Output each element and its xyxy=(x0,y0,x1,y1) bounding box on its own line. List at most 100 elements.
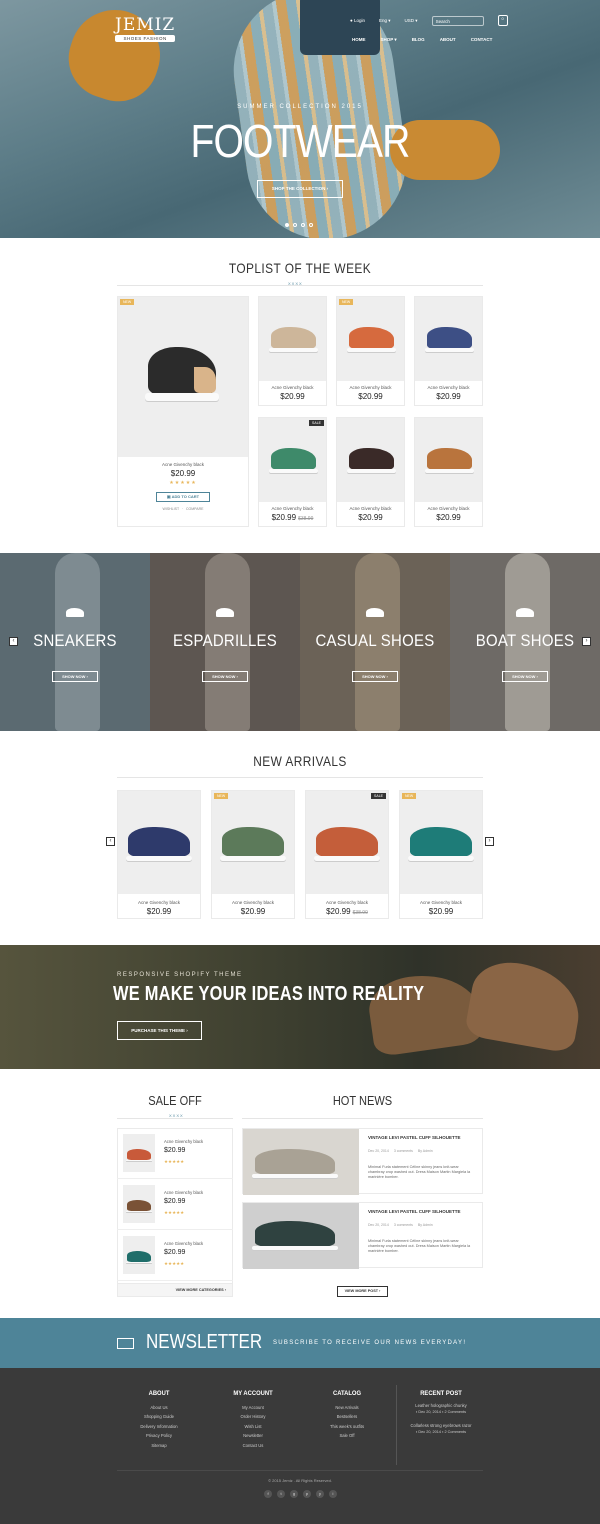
nav-blog[interactable]: BLOG xyxy=(412,37,425,43)
category-label: ESPADRILLES xyxy=(172,631,278,650)
wishlist-link[interactable]: WISHLIST xyxy=(163,507,179,511)
shop-collection-button[interactable]: SHOP THE COLLECTION › xyxy=(257,180,343,198)
product-card[interactable]: Acne Givenchy black $20.99 xyxy=(258,296,327,406)
product-name[interactable]: Acne Givenchy black xyxy=(306,900,388,905)
footer-link[interactable]: My Account xyxy=(218,1403,288,1412)
footer-link[interactable]: About Us xyxy=(126,1403,192,1412)
sale-item[interactable]: Acne Givenchy black $20.99 ★★★★★ xyxy=(117,1230,233,1281)
nav-shop[interactable]: SHOP ▾ xyxy=(381,37,397,43)
category-boat-shoes[interactable]: BOAT SHOES SHOW NOW › xyxy=(450,553,600,731)
category-next-arrow[interactable]: › xyxy=(582,637,591,646)
product-card[interactable]: NEW Acne Givenchy black $20.99 xyxy=(399,790,483,919)
product-name[interactable]: Acne Givenchy black xyxy=(415,385,482,390)
product-name[interactable]: Acne Givenchy black xyxy=(259,506,326,511)
youtube-icon[interactable]: y xyxy=(316,1490,324,1498)
instagram-icon[interactable]: i xyxy=(329,1490,337,1498)
footer-link[interactable]: Order History xyxy=(218,1412,288,1421)
footer-link[interactable]: Wish List xyxy=(218,1422,288,1431)
sale-item[interactable]: Acne Givenchy black $20.99 ★★★★★ xyxy=(117,1128,233,1179)
footer-link[interactable]: Sale Off xyxy=(313,1431,381,1440)
site-logo[interactable]: JEMIZ SHOES FASHION xyxy=(115,15,176,42)
slider-dot[interactable] xyxy=(293,223,297,227)
product-name[interactable]: Acne Givenchy black xyxy=(337,506,404,511)
view-more-categories-link[interactable]: VIEW MORE CATEGORIES › xyxy=(117,1283,233,1297)
pinterest-icon[interactable]: p xyxy=(303,1490,311,1498)
twitter-icon[interactable]: t xyxy=(277,1490,285,1498)
add-to-cart-button[interactable]: ▣ ADD TO CART xyxy=(156,492,210,502)
shoe-image xyxy=(125,827,193,861)
google-plus-icon[interactable]: g xyxy=(290,1490,298,1498)
footer-link[interactable]: Bestsellers xyxy=(313,1412,381,1421)
product-price: $20.99 xyxy=(436,513,461,522)
category-prev-arrow[interactable]: ‹ xyxy=(9,637,18,646)
login-link[interactable]: ● Login xyxy=(350,18,365,23)
category-espadrilles[interactable]: ESPADRILLES SHOW NOW › xyxy=(150,553,300,731)
product-card[interactable]: SALE Acne Givenchy black $20.99 $38.99 xyxy=(305,790,389,919)
product-name[interactable]: Acne Givenchy black xyxy=(337,385,404,390)
shoe-image xyxy=(269,448,318,473)
category-sneakers[interactable]: SNEAKERS SHOW NOW › xyxy=(0,553,150,731)
product-name[interactable]: Acne Givenchy black xyxy=(259,385,326,390)
nav-contact[interactable]: CONTACT xyxy=(471,37,493,43)
footer-link[interactable]: New Arrivals xyxy=(313,1403,381,1412)
product-name[interactable]: Acne Givenchy black xyxy=(164,1190,203,1195)
shoe-image xyxy=(126,1149,152,1162)
footer-link[interactable]: Delivery Information xyxy=(126,1422,192,1431)
nav-about[interactable]: ABOUT xyxy=(440,37,456,43)
product-card[interactable]: Acne Givenchy black $20.99 xyxy=(336,417,405,527)
arrivals-prev-arrow[interactable]: ‹ xyxy=(106,837,115,846)
copyright: © 2015 Jemiz . All Rights Reserved. xyxy=(268,1478,332,1483)
product-name[interactable]: Acne Givenchy black xyxy=(415,506,482,511)
slider-dot[interactable] xyxy=(285,223,289,227)
product-card[interactable]: NEW Acne Givenchy black $20.99 xyxy=(336,296,405,406)
show-now-button[interactable]: SHOW NOW › xyxy=(502,671,548,682)
facebook-icon[interactable]: f xyxy=(264,1490,272,1498)
footer-link[interactable]: Contact Us xyxy=(218,1441,288,1450)
divider xyxy=(117,777,483,778)
footer-link[interactable]: This week's outfits xyxy=(313,1422,381,1431)
product-image xyxy=(259,297,326,381)
product-name[interactable]: Acne Givenchy black xyxy=(400,900,482,905)
slider-dot[interactable] xyxy=(301,223,305,227)
nav-home[interactable]: HOME xyxy=(352,37,366,43)
product-name[interactable]: Acne Givenchy black xyxy=(118,900,200,905)
product-name[interactable]: Acne Givenchy black xyxy=(164,1139,203,1144)
cart-button[interactable]: 0 xyxy=(497,15,508,26)
post-title[interactable]: VINTAGE LEVI PASTEL CUFF SILHOUETTE xyxy=(368,1135,461,1140)
footer-link[interactable]: Newsletter xyxy=(218,1431,288,1440)
product-card[interactable]: Acne Givenchy black $20.99 xyxy=(414,296,483,406)
footer-link[interactable]: Privacy Policy xyxy=(126,1431,192,1440)
sale-item[interactable]: Acne Givenchy black $20.99 ★★★★★ xyxy=(117,1179,233,1230)
shoe-heel-image xyxy=(194,367,216,393)
language-select[interactable]: Eng ▾ xyxy=(379,18,391,24)
footer-link[interactable]: Shopping Guide xyxy=(126,1412,192,1421)
featured-product-card[interactable]: NEW Acne Givenchy black $20.99 ★★★★★ ▣ A… xyxy=(117,296,249,527)
post-title[interactable]: VINTAGE LEVI PASTEL CUFF SILHOUETTE xyxy=(368,1209,461,1214)
show-now-button[interactable]: SHOW NOW › xyxy=(352,671,398,682)
show-now-button[interactable]: SHOW NOW › xyxy=(202,671,248,682)
search-input[interactable]: Search xyxy=(431,15,484,26)
product-card[interactable]: NEW Acne Givenchy black $20.99 xyxy=(211,790,295,919)
shoe-image xyxy=(425,327,474,352)
product-card[interactable]: SALE Acne Givenchy black $20.99 $38.99 xyxy=(258,417,327,527)
currency-select[interactable]: USD ▾ xyxy=(405,18,418,24)
product-image xyxy=(415,418,482,502)
slider-dot[interactable] xyxy=(309,223,313,227)
purchase-theme-button[interactable]: PURCHASE THIS THEME › xyxy=(117,1021,202,1040)
compare-link[interactable]: COMPARE xyxy=(186,507,203,511)
newsletter-text[interactable]: SUBSCRIBE TO RECEIVE OUR NEWS EVERYDAY! xyxy=(273,1340,466,1346)
login-label: Login xyxy=(353,18,365,23)
product-card[interactable]: Acne Givenchy black $20.99 xyxy=(117,790,201,919)
product-name[interactable]: Acne Givenchy black xyxy=(164,1241,203,1246)
show-now-button[interactable]: SHOW NOW › xyxy=(52,671,98,682)
category-casual-shoes[interactable]: CASUAL SHOES SHOW NOW › xyxy=(300,553,450,731)
product-card[interactable]: Acne Givenchy black $20.99 xyxy=(414,417,483,527)
footer-link[interactable]: Sitemap xyxy=(126,1441,192,1450)
product-name[interactable]: Acne Givenchy black xyxy=(212,900,294,905)
news-post[interactable]: VINTAGE LEVI PASTEL CUFF SILHOUETTE Dec 2… xyxy=(242,1202,483,1269)
arrivals-next-arrow[interactable]: › xyxy=(485,837,494,846)
view-more-post-button[interactable]: VIEW MORE POST › xyxy=(337,1286,388,1297)
product-name[interactable]: Acne Givenchy black xyxy=(118,462,248,467)
news-post[interactable]: VINTAGE LEVI PASTEL CUFF SILHOUETTE Dec 2… xyxy=(242,1128,483,1195)
recent-post-meta: ▪ Dec 20, 2014 ▪ 2 Comments xyxy=(405,1429,477,1435)
